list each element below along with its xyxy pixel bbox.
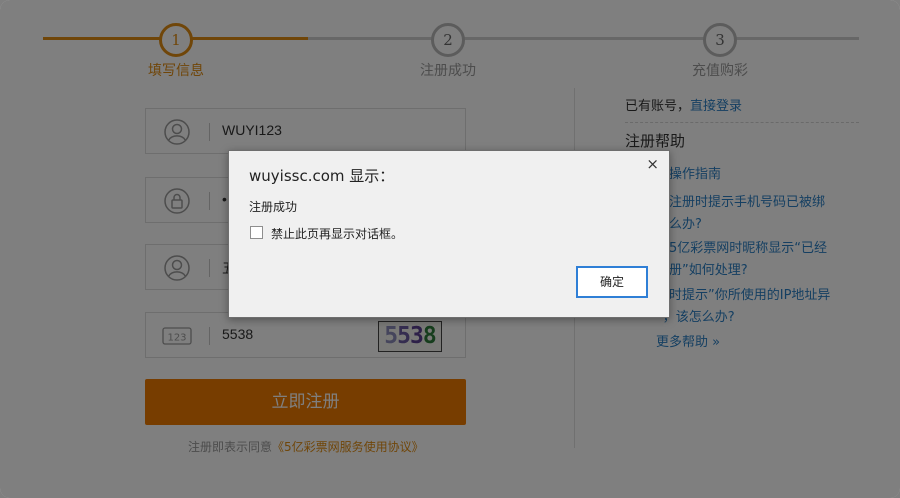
ok-button[interactable]: 确定 bbox=[576, 266, 648, 298]
close-icon[interactable]: × bbox=[646, 156, 659, 172]
suppress-dialogs-label[interactable]: 禁止此页再显示对话框。 bbox=[271, 225, 403, 242]
alert-dialog: wuyissc.com 显示： × 注册成功 禁止此页再显示对话框。 确定 bbox=[228, 150, 670, 318]
dialog-message: 注册成功 bbox=[249, 200, 298, 214]
dialog-title: wuyissc.com 显示： bbox=[249, 167, 395, 185]
suppress-dialogs-checkbox[interactable] bbox=[250, 226, 263, 239]
